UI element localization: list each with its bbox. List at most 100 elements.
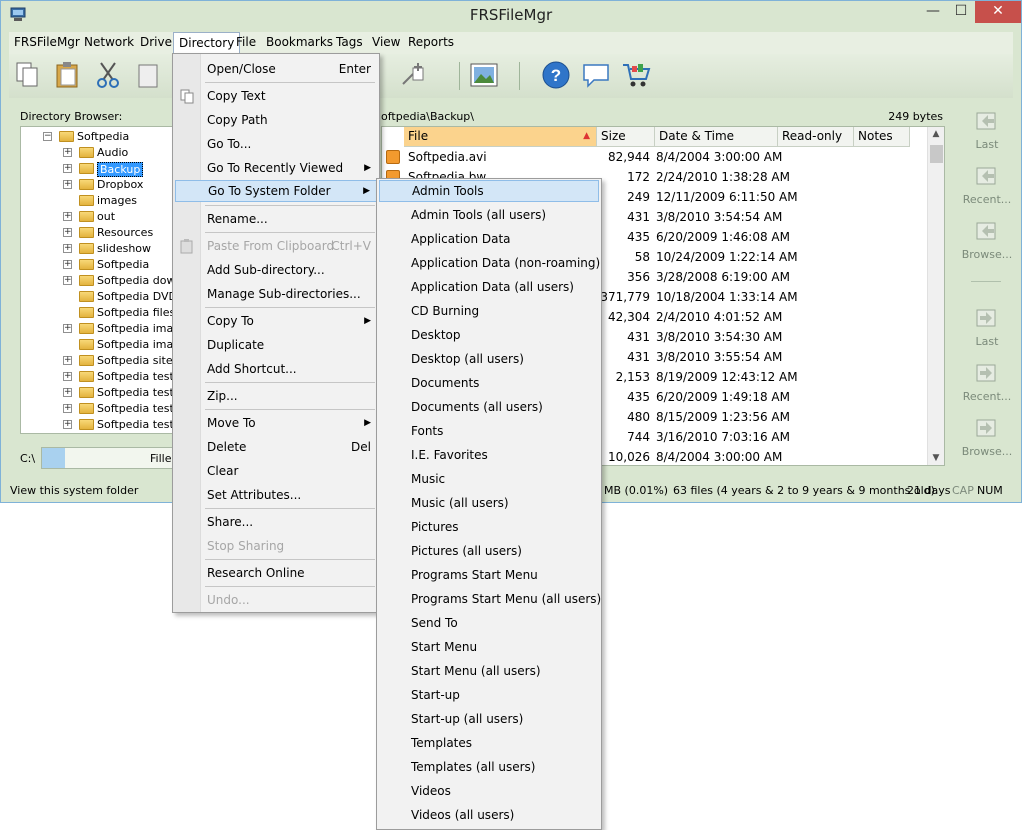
recent-button[interactable]: Recent...: [959, 164, 1015, 216]
menu-add-sub-directory[interactable]: Add Sub-directory...: [175, 259, 377, 281]
system-folder-item[interactable]: Desktop (all users): [379, 348, 599, 370]
system-folder-item[interactable]: Send To: [379, 612, 599, 634]
expand-icon[interactable]: +: [63, 164, 72, 173]
menu-copy-to[interactable]: Copy To ▶: [175, 310, 377, 332]
scroll-up-icon[interactable]: ▲: [928, 129, 944, 139]
system-folder-item[interactable]: Application Data (non-roaming): [379, 252, 600, 274]
maximize-button[interactable]: ☐: [947, 1, 975, 23]
minimize-button[interactable]: —: [919, 1, 947, 23]
system-folder-item[interactable]: Start Menu (all users): [379, 660, 599, 682]
system-folder-item[interactable]: Start-up: [379, 684, 599, 706]
menu-manage-sub-directories[interactable]: Manage Sub-directories...: [175, 283, 377, 305]
system-folder-item[interactable]: Pictures: [379, 516, 599, 538]
menu-set-attributes[interactable]: Set Attributes...: [175, 484, 377, 506]
expand-icon[interactable]: +: [63, 260, 72, 269]
expand-icon[interactable]: +: [63, 356, 72, 365]
menu-copy-text[interactable]: Copy Text: [175, 85, 377, 107]
file-list-scrollbar[interactable]: ▲ ▼: [927, 127, 944, 465]
menu-add-shortcut[interactable]: Add Shortcut...: [175, 358, 377, 380]
directory-tree[interactable]: − Softpedia + Audio + Backup + Dropbox images + ou…: [20, 126, 176, 434]
system-folder-item[interactable]: Music: [379, 468, 599, 490]
expand-icon[interactable]: +: [63, 244, 72, 253]
menu-copy-path[interactable]: Copy Path: [175, 109, 377, 131]
scroll-thumb[interactable]: [930, 145, 943, 163]
add-shortcut-icon[interactable]: [399, 60, 429, 90]
expand-icon[interactable]: +: [63, 148, 72, 157]
menu-network[interactable]: Network: [79, 32, 139, 54]
copy-icon[interactable]: [13, 60, 43, 90]
menu-rename[interactable]: Rename...: [175, 208, 377, 230]
expand-icon[interactable]: +: [63, 180, 72, 189]
system-folder-item[interactable]: Programs Start Menu: [379, 564, 599, 586]
system-folder-item[interactable]: Music (all users): [379, 492, 599, 514]
system-folder-item[interactable]: Videos: [379, 780, 599, 802]
menu-share[interactable]: Share...: [175, 511, 377, 533]
menu-file[interactable]: File: [231, 32, 261, 54]
browse-forward-button[interactable]: Browse...: [959, 416, 1015, 468]
expand-icon[interactable]: +: [63, 372, 72, 381]
system-folder-item[interactable]: Templates: [379, 732, 599, 754]
column-date-time[interactable]: Date & Time: [655, 127, 778, 147]
menu-reports[interactable]: Reports: [403, 32, 459, 54]
cut-icon[interactable]: [93, 60, 123, 90]
menu-go-to-system-folder[interactable]: Go To System Folder ▶: [175, 180, 377, 202]
expand-icon[interactable]: +: [63, 420, 72, 429]
collapse-icon[interactable]: −: [43, 132, 52, 141]
menu-clear[interactable]: Clear: [175, 460, 377, 482]
last-forward-button[interactable]: Last: [959, 306, 1015, 358]
menu-go-to-recent[interactable]: Go To Recently Viewed ▶: [175, 157, 377, 179]
system-folder-item[interactable]: Admin Tools (all users): [379, 204, 599, 226]
shopping-cart-icon[interactable]: [621, 60, 651, 90]
column-size[interactable]: Size: [597, 127, 655, 147]
system-folder-item[interactable]: Application Data: [379, 228, 599, 250]
menu-duplicate[interactable]: Duplicate: [175, 334, 377, 356]
system-folder-item[interactable]: Videos (all users): [379, 804, 599, 826]
last-viewed-button[interactable]: Last: [959, 109, 1015, 161]
recent-forward-button[interactable]: Recent...: [959, 361, 1015, 413]
system-folder-item[interactable]: CD Burning: [379, 300, 599, 322]
paste-icon[interactable]: [53, 60, 83, 90]
expand-icon[interactable]: +: [63, 212, 72, 221]
system-folder-item[interactable]: Desktop: [379, 324, 599, 346]
menu-bookmarks[interactable]: Bookmarks: [261, 32, 338, 54]
menu-view[interactable]: View: [367, 32, 405, 54]
column-read-only[interactable]: Read-only: [778, 127, 854, 147]
image-viewer-icon[interactable]: [469, 60, 499, 90]
menu-zip[interactable]: Zip...: [175, 385, 377, 407]
system-folder-item[interactable]: Fonts: [379, 420, 599, 442]
menu-research-online[interactable]: Research Online: [175, 562, 377, 584]
expand-icon[interactable]: +: [63, 228, 72, 237]
system-folder-item[interactable]: Start-up (all users): [379, 708, 599, 730]
menu-open-close[interactable]: Open/Close Enter: [175, 58, 377, 80]
menu-drive[interactable]: Drive: [135, 32, 177, 54]
expand-icon[interactable]: +: [63, 404, 72, 413]
column-file[interactable]: File ▲: [404, 127, 597, 147]
menu-frsfilemgr[interactable]: FRSFileMgr: [9, 32, 85, 54]
scroll-down-icon[interactable]: ▼: [928, 453, 944, 463]
browse-button[interactable]: Browse...: [959, 219, 1015, 271]
table-row[interactable]: Softpedia.avi 82,944 8/4/2004 3:00:00 AM: [382, 147, 927, 167]
system-folder-item[interactable]: Admin Tools: [379, 180, 599, 202]
tree-item-label: Resources: [97, 226, 154, 239]
system-folder-item[interactable]: Start Menu: [379, 636, 599, 658]
expand-icon[interactable]: +: [63, 388, 72, 397]
close-button[interactable]: ✕: [975, 1, 1021, 23]
expand-icon[interactable]: +: [63, 324, 72, 333]
column-notes[interactable]: Notes: [854, 127, 910, 147]
menu-tags[interactable]: Tags: [331, 32, 368, 54]
system-folder-item[interactable]: Programs Start Menu (all users): [379, 588, 601, 610]
menu-delete[interactable]: Delete Del: [175, 436, 377, 458]
chat-icon[interactable]: [581, 60, 611, 90]
clipboard-icon[interactable]: [135, 60, 165, 90]
system-folder-item[interactable]: Application Data (all users): [379, 276, 599, 298]
system-folder-item[interactable]: Templates (all users): [379, 756, 599, 778]
help-icon[interactable]: ?: [541, 60, 571, 90]
system-folder-item[interactable]: I.E. Favorites: [379, 444, 599, 466]
system-folder-item[interactable]: Documents (all users): [379, 396, 599, 418]
menu-move-to[interactable]: Move To ▶: [175, 412, 377, 434]
menu-separator: [205, 382, 375, 383]
expand-icon[interactable]: +: [63, 276, 72, 285]
system-folder-item[interactable]: Documents: [379, 372, 599, 394]
system-folder-item[interactable]: Pictures (all users): [379, 540, 599, 562]
menu-go-to[interactable]: Go To...: [175, 133, 377, 155]
